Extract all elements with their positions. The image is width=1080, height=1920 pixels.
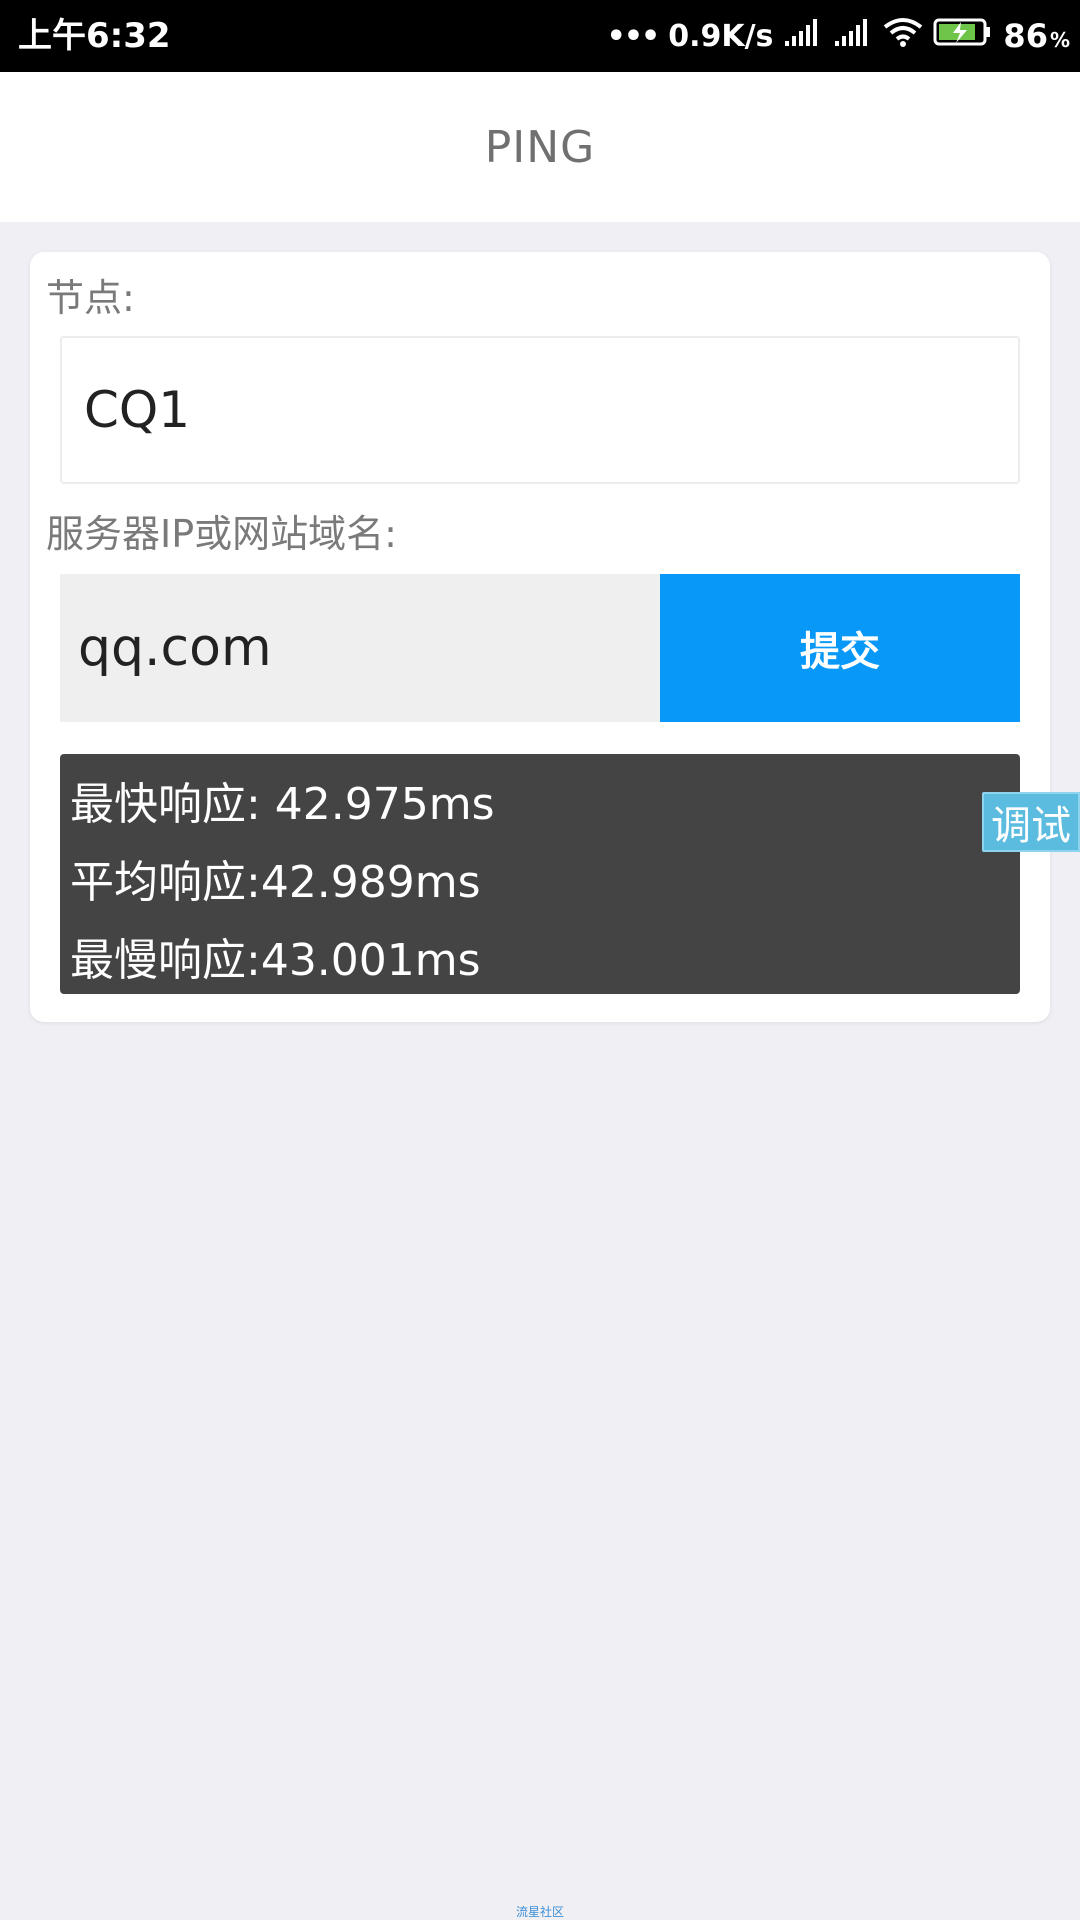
signal-icon-2 bbox=[833, 17, 873, 55]
more-dots-icon: ••• bbox=[606, 18, 661, 54]
page-title: PING bbox=[484, 121, 596, 173]
average-response: 平均响应:42.989ms bbox=[70, 857, 481, 908]
status-bar: 上午6:32 ••• 0.9K/s 86 % bbox=[0, 0, 1080, 72]
node-select[interactable]: CQ1 bbox=[60, 336, 1020, 484]
fastest-response: 最快响应: 42.975ms bbox=[70, 779, 495, 830]
submit-button[interactable]: 提交 bbox=[660, 574, 1020, 722]
app-header: PING bbox=[0, 72, 1080, 222]
debug-tab-button[interactable]: 调试 bbox=[982, 792, 1080, 852]
status-icons: ••• 0.9K/s 86 % bbox=[607, 14, 1070, 58]
results-panel: 最快响应: 42.975ms 平均响应:42.989ms 最慢响应:43.001… bbox=[60, 754, 1020, 994]
host-row: 提交 bbox=[60, 574, 1020, 722]
slowest-response: 最慢响应:43.001ms bbox=[70, 935, 481, 986]
ping-form-card: 节点: CQ1 服务器IP或网站域名: 提交 最快响应: 42.975ms 平均… bbox=[30, 252, 1050, 1022]
footer-text: 流星社区 bbox=[515, 1905, 564, 1919]
battery-charging-icon bbox=[933, 17, 993, 55]
node-label: 节点: bbox=[46, 276, 135, 320]
signal-icon bbox=[783, 17, 823, 55]
wifi-icon bbox=[883, 17, 923, 55]
status-time: 上午6:32 bbox=[18, 16, 171, 56]
battery-percent: 86% bbox=[1003, 17, 1070, 55]
server-label: 服务器IP或网站域名: bbox=[46, 512, 397, 556]
node-value: CQ1 bbox=[84, 381, 191, 439]
host-input[interactable] bbox=[60, 574, 660, 722]
network-speed: 0.9K/s bbox=[668, 18, 774, 54]
